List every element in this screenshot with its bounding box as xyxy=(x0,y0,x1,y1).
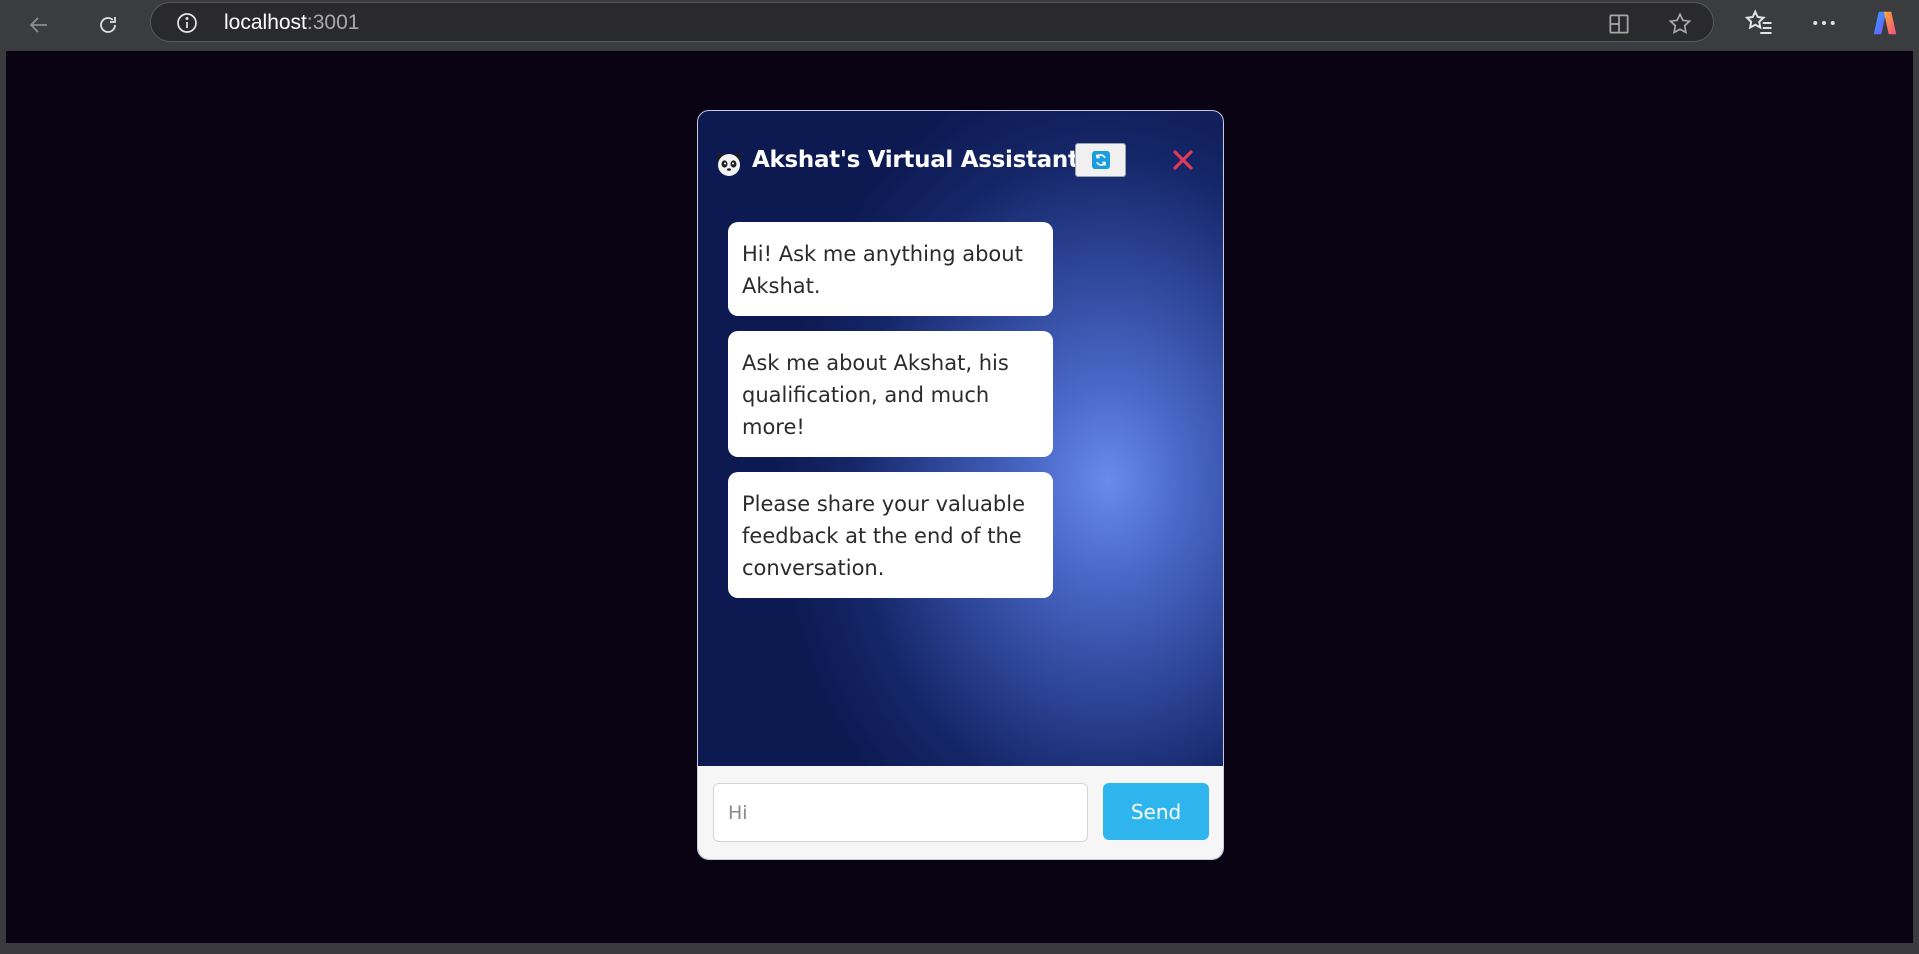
more-icon[interactable] xyxy=(1809,8,1839,38)
message-input[interactable] xyxy=(713,783,1088,842)
favorites-icon[interactable] xyxy=(1744,8,1774,38)
panda-icon xyxy=(716,151,742,177)
address-bar[interactable]: localhost:3001 xyxy=(150,2,1714,42)
bot-message: Ask me about Akshat, his qualification, … xyxy=(728,331,1053,457)
browser-toolbar: localhost:3001 xyxy=(0,0,1919,50)
chat-header: Akshat's Virtual Assistant xyxy=(698,111,1223,201)
split-screen-icon[interactable] xyxy=(1606,11,1632,37)
bot-message: Hi! Ask me anything about Akshat. xyxy=(728,222,1053,316)
copilot-icon[interactable] xyxy=(1870,8,1900,38)
chat-window: Akshat's Virtual Assistant Hi! Ask me an… xyxy=(697,110,1224,860)
favorite-star-icon[interactable] xyxy=(1667,11,1693,37)
url-text: localhost:3001 xyxy=(224,11,359,35)
chat-input-area: Send xyxy=(698,766,1223,859)
refresh-icon[interactable] xyxy=(91,8,125,42)
close-icon xyxy=(1172,149,1194,171)
send-button[interactable]: Send xyxy=(1103,783,1209,840)
bottom-strip xyxy=(0,943,1919,954)
close-chat-button[interactable] xyxy=(1170,147,1196,173)
chat-title: Akshat's Virtual Assistant xyxy=(752,147,1079,173)
bot-message: Please share your valuable feedback at t… xyxy=(728,472,1053,598)
url-port: :3001 xyxy=(306,11,360,34)
back-icon[interactable] xyxy=(22,8,56,42)
reset-chat-button[interactable] xyxy=(1075,143,1126,177)
site-info-icon[interactable] xyxy=(175,11,199,35)
url-host: localhost xyxy=(224,11,307,34)
refresh-icon xyxy=(1091,151,1110,169)
